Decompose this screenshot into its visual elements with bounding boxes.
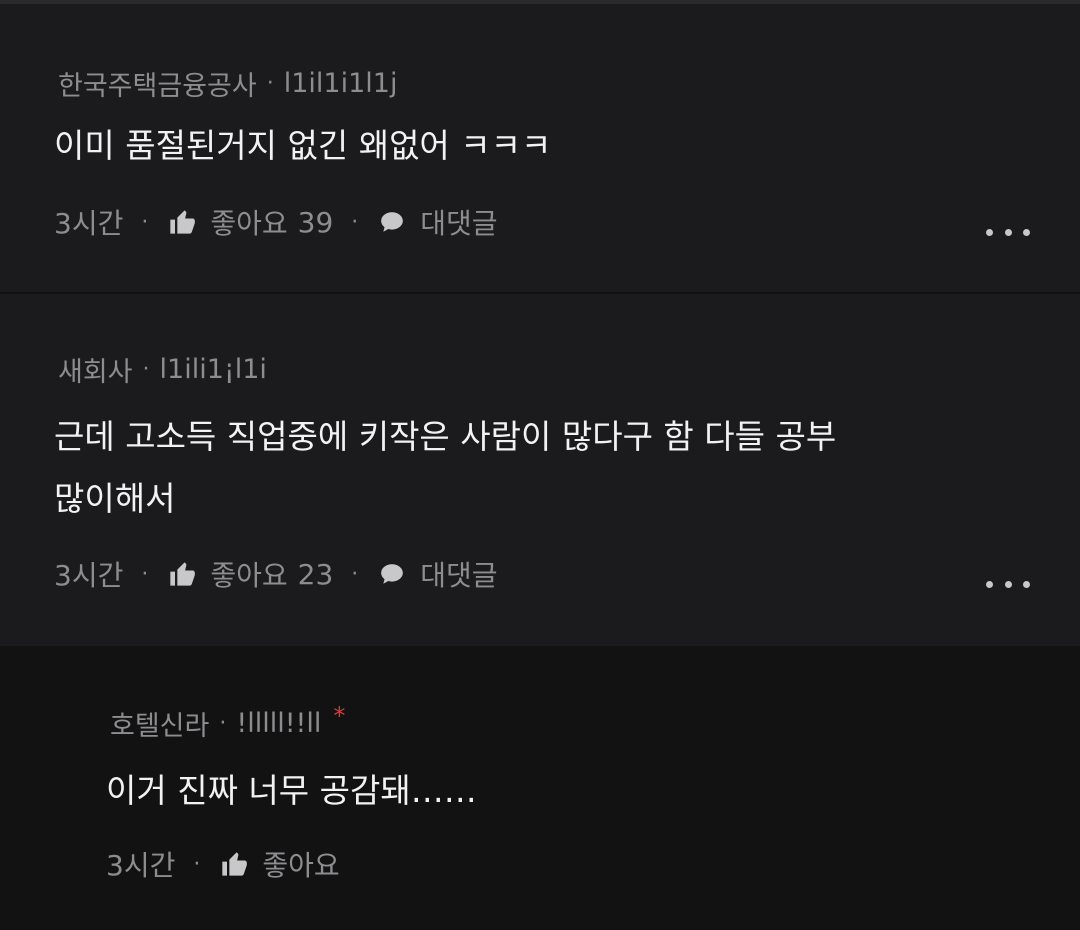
author-name[interactable]: 호텔신라 [110, 704, 209, 743]
like-count: 23 [297, 557, 334, 591]
meta-separator: · [219, 711, 227, 736]
comment-time: 3시간 [54, 207, 124, 240]
comment-time: 3시간 [106, 849, 176, 882]
comment-footer: 3시간 · 좋아요 [106, 844, 340, 884]
footer-separator: · [141, 209, 149, 235]
author-handle: !lllll!!ll [236, 708, 322, 739]
like-count: 39 [297, 205, 334, 239]
meta-separator: · [266, 71, 274, 96]
footer-separator: · [351, 209, 359, 235]
comment-meta: 한국주택금융공사 · l1il1i1l1j [58, 64, 397, 103]
reply-item: 호텔신라 · !lllll!!ll * 이거 진짜 너무 공감돼…… 3시간 ·… [0, 646, 1080, 930]
like-label[interactable]: 좋아요 [210, 554, 287, 594]
comment-text: 이미 품절된거지 없긴 왜없어 ㅋㅋㅋ [54, 115, 551, 177]
author-handle: l1il1i1l1j [283, 68, 398, 99]
comment-text-line: 근데 고소득 직업중에 키작은 사람이 많다구 함 다들 공부 [54, 417, 837, 456]
thumbs-up-icon[interactable] [166, 558, 198, 590]
reply-button[interactable]: 대댓글 [420, 554, 497, 594]
reply-button[interactable]: 대댓글 [420, 202, 497, 242]
comment-text: 이거 진짜 너무 공감돼…… [106, 760, 477, 822]
comment-text-line: 이거 진짜 너무 공감돼…… [106, 771, 477, 810]
comment-item: 새회사 · l1ili1¡l1i 근데 고소득 직업중에 키작은 사람이 많다구… [0, 294, 1080, 646]
comment-meta: 호텔신라 · !lllll!!ll * [110, 701, 346, 743]
author-name[interactable]: 새회사 [58, 350, 133, 389]
comment-item: 한국주택금융공사 · l1il1i1l1j 이미 품절된거지 없긴 왜없어 ㅋㅋ… [0, 4, 1080, 292]
author-handle: l1ili1¡l1i [159, 354, 267, 385]
author-name[interactable]: 한국주택금융공사 [58, 64, 257, 103]
speech-bubble-icon[interactable] [376, 206, 408, 238]
like-label[interactable]: 좋아요 [262, 844, 339, 884]
more-dots-icon[interactable] [986, 222, 1030, 242]
comment-text-line: 많이해서 [54, 479, 176, 518]
comment-footer: 3시간 · 좋아요 23 · 대댓글 [54, 554, 498, 594]
like-label[interactable]: 좋아요 [210, 202, 287, 242]
footer-separator: · [141, 561, 149, 587]
comment-time: 3시간 [54, 559, 124, 592]
comment-footer: 3시간 · 좋아요 39 · 대댓글 [54, 202, 498, 242]
footer-separator: · [351, 561, 359, 587]
speech-bubble-icon[interactable] [376, 558, 408, 590]
thumbs-up-icon[interactable] [166, 206, 198, 238]
thumbs-up-icon[interactable] [218, 848, 250, 880]
comment-text: 근데 고소득 직업중에 키작은 사람이 많다구 함 다들 공부 많이해서 [54, 406, 836, 530]
footer-separator: · [193, 851, 201, 877]
more-dots-icon[interactable] [986, 574, 1030, 594]
author-badge: * [333, 701, 346, 730]
comment-text-line: 이미 품절된거지 없긴 왜없어 ㅋㅋㅋ [54, 126, 552, 165]
comment-meta: 새회사 · l1ili1¡l1i [58, 350, 267, 389]
meta-separator: · [142, 357, 150, 382]
